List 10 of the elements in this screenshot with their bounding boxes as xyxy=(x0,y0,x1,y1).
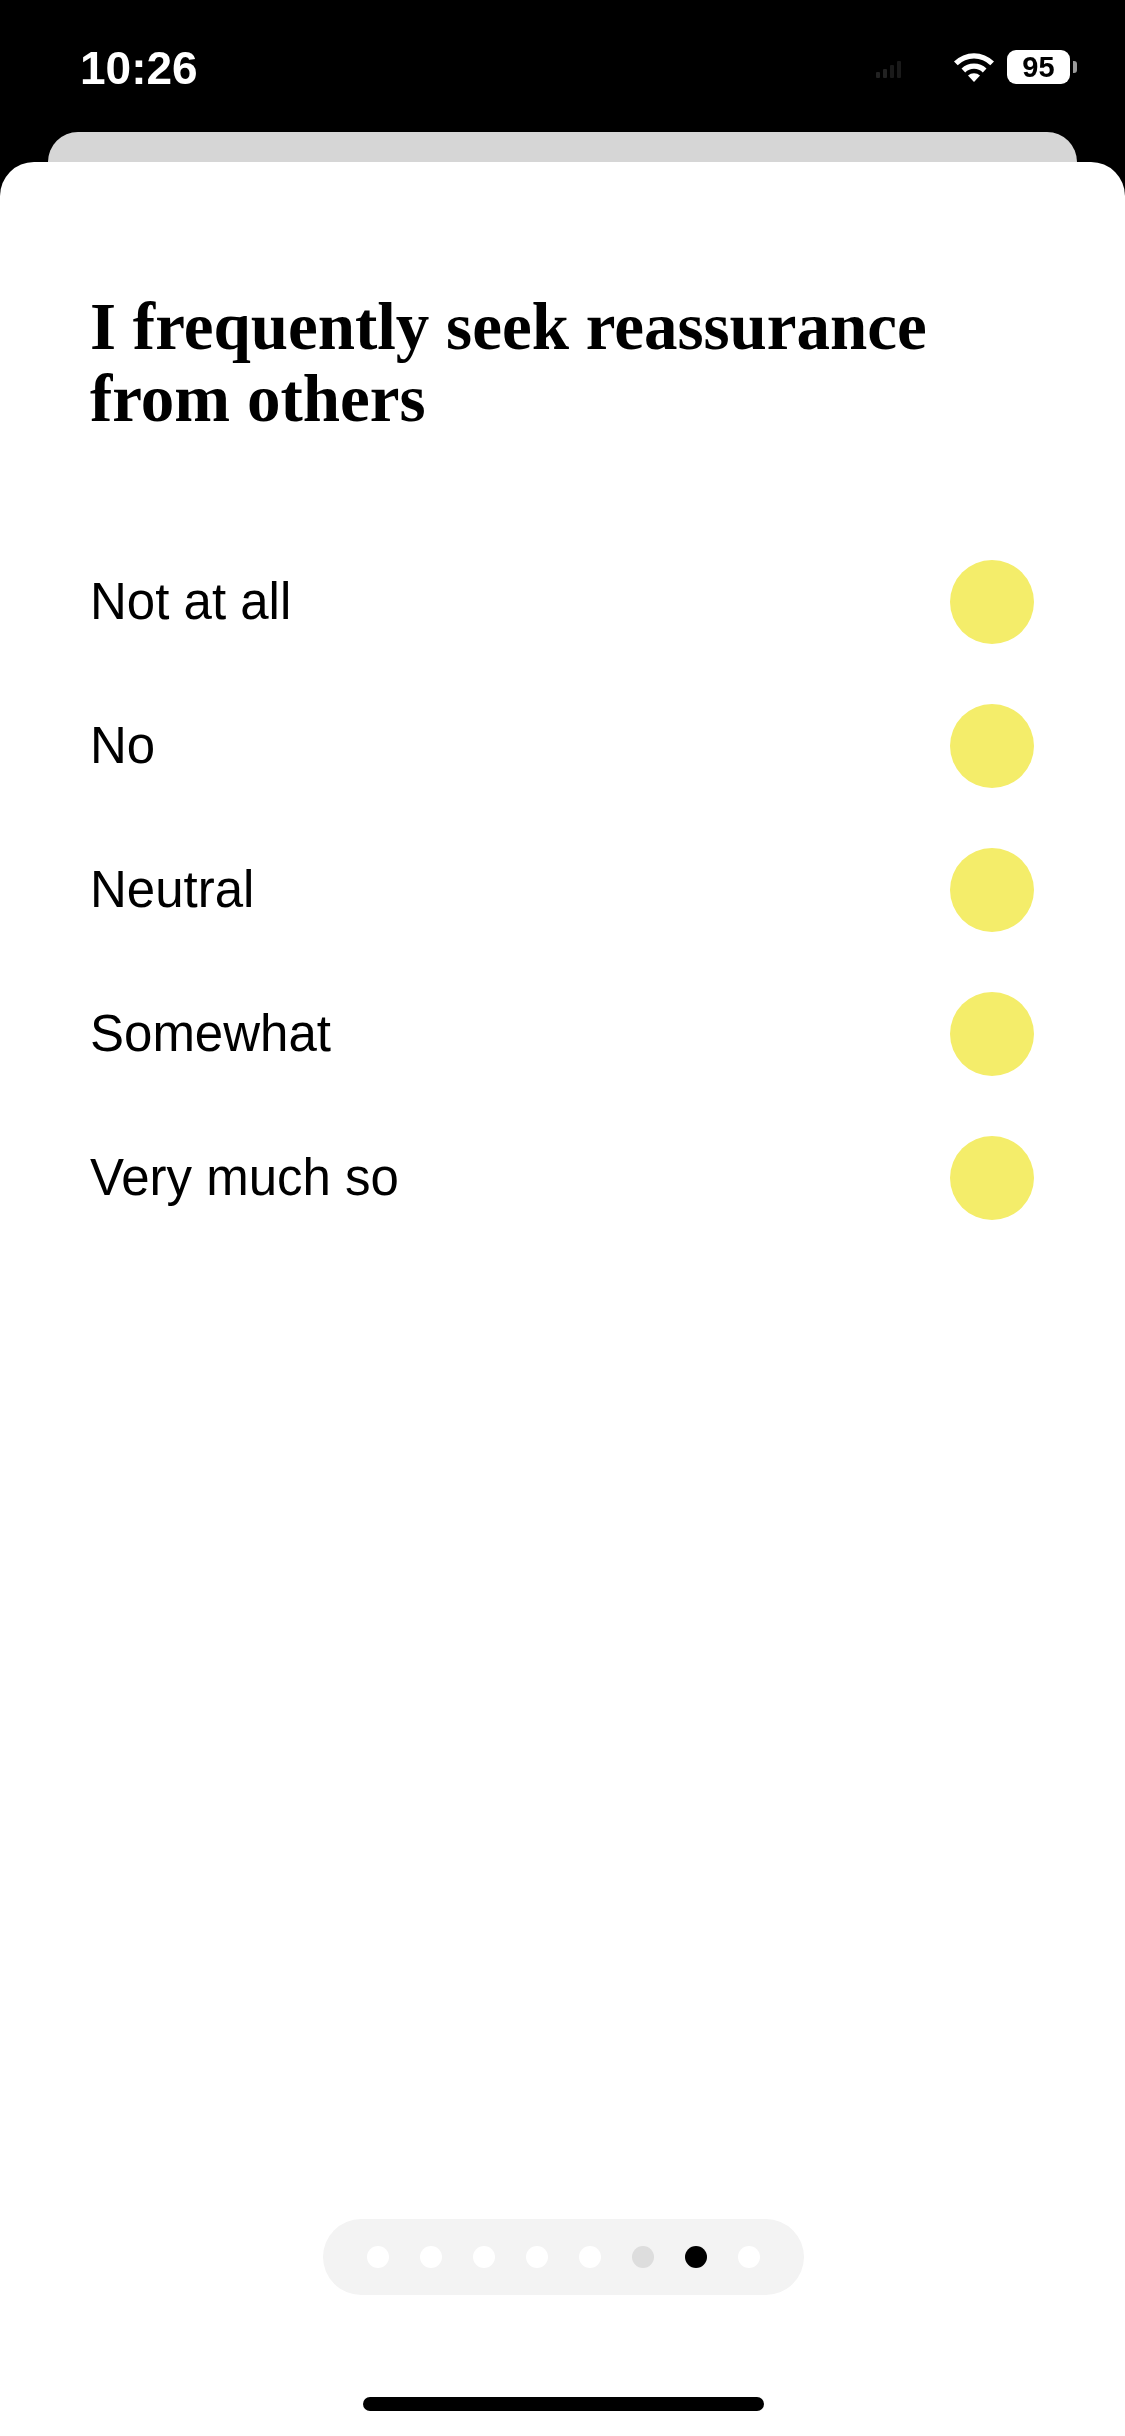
option-label[interactable]: Not at all xyxy=(90,572,292,632)
question-title: I frequently seek reassurance from others xyxy=(90,290,928,434)
option-label[interactable]: Very much so xyxy=(90,1148,399,1208)
battery-indicator: 95 xyxy=(1007,50,1077,84)
option-label[interactable]: Somewhat xyxy=(90,1004,331,1064)
signal-icon xyxy=(876,60,902,78)
status-time: 10:26 xyxy=(80,41,198,95)
option-label[interactable]: Neutral xyxy=(90,860,255,920)
option-label[interactable]: No xyxy=(90,716,156,776)
wifi-icon xyxy=(952,51,996,83)
